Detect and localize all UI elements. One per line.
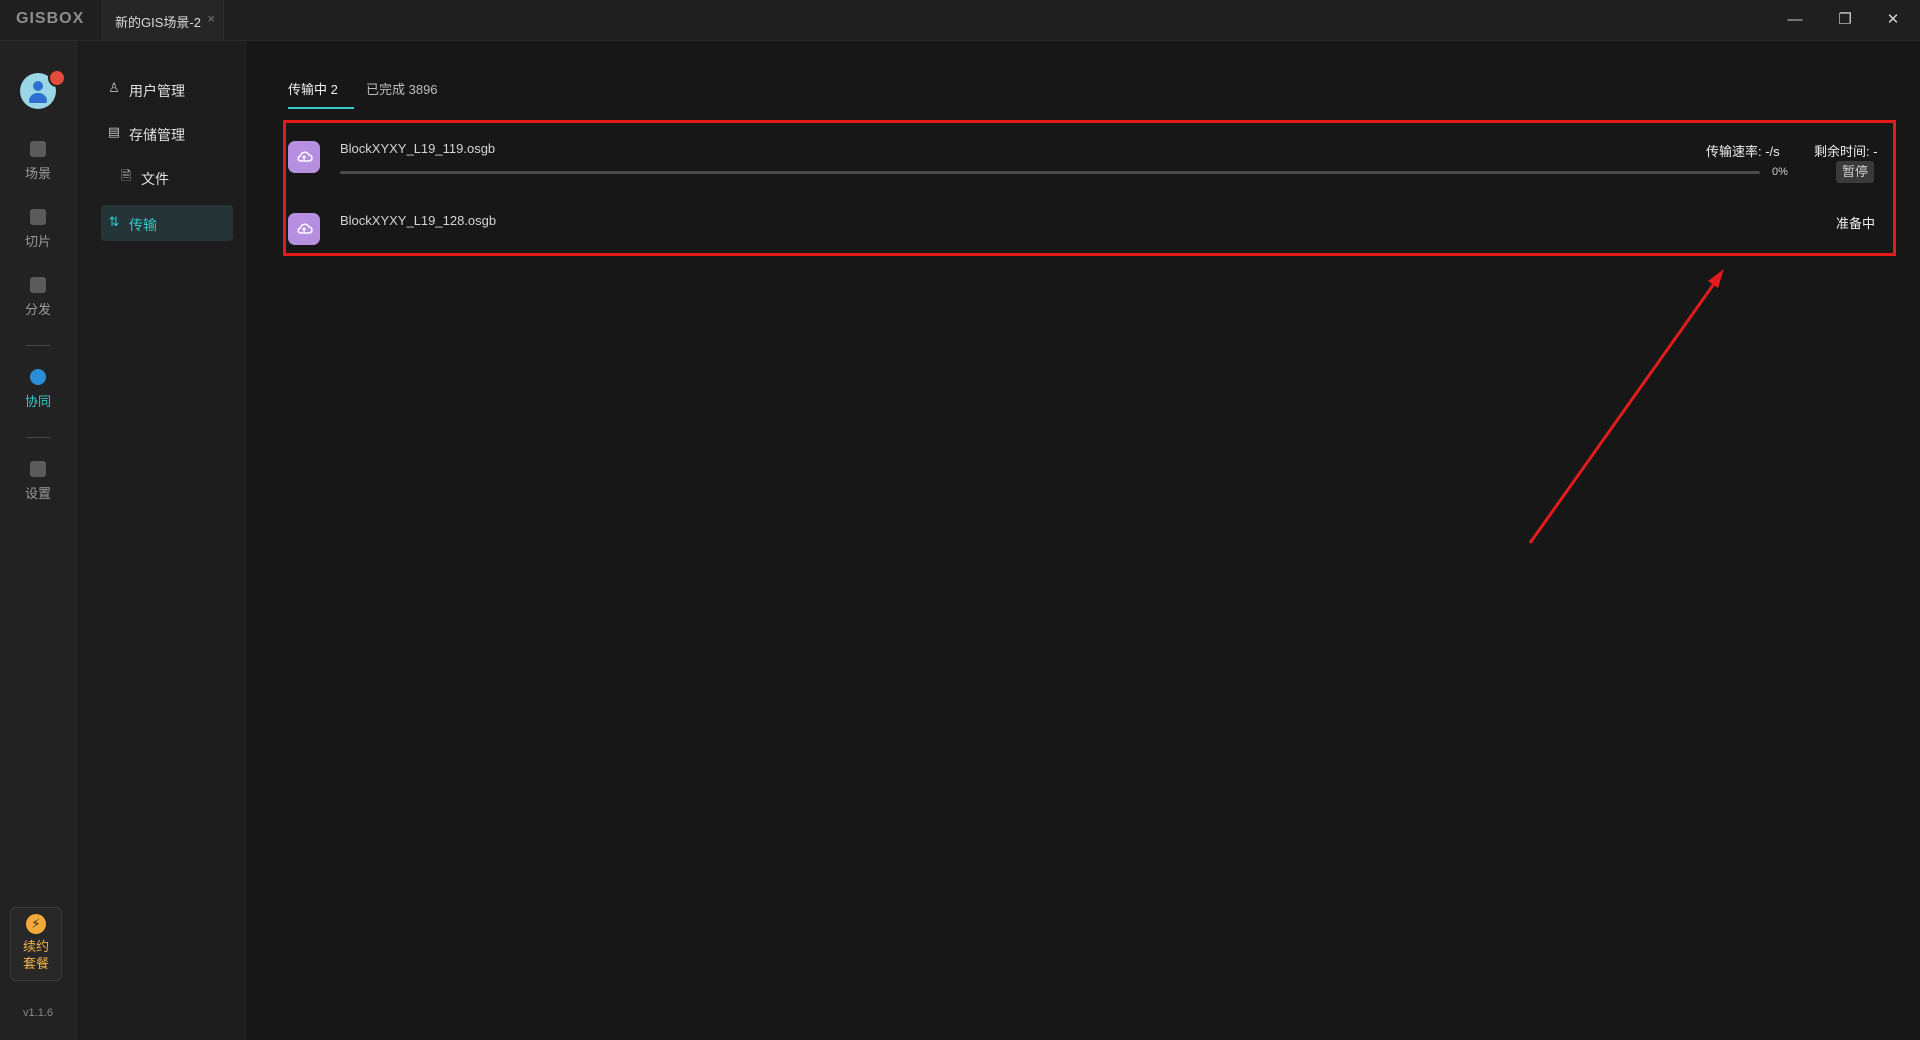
- scene-tab-label: 新的GIS场景-2: [115, 15, 201, 30]
- home-icon: [30, 141, 46, 157]
- user-icon: ♙: [108, 80, 120, 95]
- gear-icon: [30, 461, 46, 477]
- lock-icon: [30, 369, 46, 385]
- nav-item-files[interactable]: 🗎 文件: [113, 159, 233, 195]
- rail-item-label: 场景: [24, 166, 51, 181]
- nav-item-label: 传输: [129, 217, 157, 233]
- avatar-body: [29, 93, 47, 103]
- distribute-icon: [30, 277, 46, 293]
- slice-icon: [30, 209, 46, 225]
- rail-item-label: 设置: [24, 486, 51, 501]
- transfer-panel: 传输中 2 已完成 3896 BlockXYXY_L19_119.osgb 传输…: [246, 41, 1920, 1040]
- annotation-arrow: [1528, 269, 1724, 544]
- app-logo: GISBOX: [16, 10, 85, 27]
- lightning-icon: ⚡: [26, 914, 46, 934]
- nav-item-user-management[interactable]: ♙ 用户管理: [101, 71, 233, 107]
- nav-item-storage-management[interactable]: ▤ 存储管理: [101, 115, 233, 151]
- rail-divider: [26, 437, 50, 438]
- rail-item-distribute[interactable]: 分发: [0, 277, 76, 318]
- nav-item-label: 存储管理: [129, 127, 185, 143]
- nav-item-label: 文件: [141, 171, 169, 187]
- rail-item-label: 分发: [24, 302, 51, 317]
- renew-plan-label: 续约套餐: [22, 939, 49, 971]
- nav-item-transfer[interactable]: ⇅ 传输: [101, 205, 233, 241]
- title-bar: GISBOX 新的GIS场景-2 × — ❐ ✕: [0, 0, 1920, 41]
- avatar[interactable]: [20, 69, 66, 109]
- nav-item-label: 用户管理: [129, 83, 185, 99]
- rail-item-label: 协同: [24, 394, 51, 409]
- tab-close-icon[interactable]: ×: [207, 11, 215, 26]
- close-window-button[interactable]: ✕: [1878, 8, 1908, 32]
- notification-badge[interactable]: [48, 69, 66, 87]
- rail-item-slice[interactable]: 切片: [0, 209, 76, 250]
- collaboration-sidebar: ♙ 用户管理 ▤ 存储管理 🗎 文件 ⇅ 传输: [77, 41, 246, 1040]
- file-icon: 🗎: [120, 168, 132, 183]
- storage-icon: ▤: [107, 124, 121, 139]
- scene-tab[interactable]: 新的GIS场景-2 ×: [102, 0, 224, 40]
- rail-item-collaborate[interactable]: 协同: [0, 369, 76, 410]
- rail-divider: [26, 345, 50, 346]
- version-label: v1.1.6: [23, 1007, 53, 1019]
- maximize-button[interactable]: ❐: [1830, 8, 1860, 32]
- transfer-icon: ⇅: [108, 214, 120, 229]
- avatar-head: [33, 81, 43, 91]
- rail-item-scene[interactable]: 场景: [0, 141, 76, 182]
- left-rail: 场景 切片 分发 协同 设置 ⚡ 续约套餐 v1.1.6: [0, 41, 77, 1040]
- rail-item-settings[interactable]: 设置: [0, 461, 76, 502]
- renew-plan-button[interactable]: ⚡ 续约套餐: [10, 907, 62, 981]
- minimize-button[interactable]: —: [1780, 8, 1810, 32]
- rail-item-label: 切片: [24, 234, 51, 249]
